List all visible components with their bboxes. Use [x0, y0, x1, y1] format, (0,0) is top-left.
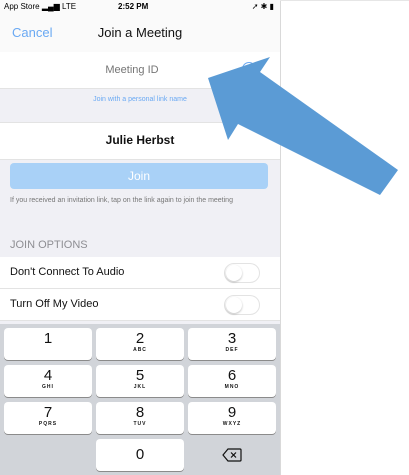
annotation-arrow-icon: [208, 57, 398, 195]
